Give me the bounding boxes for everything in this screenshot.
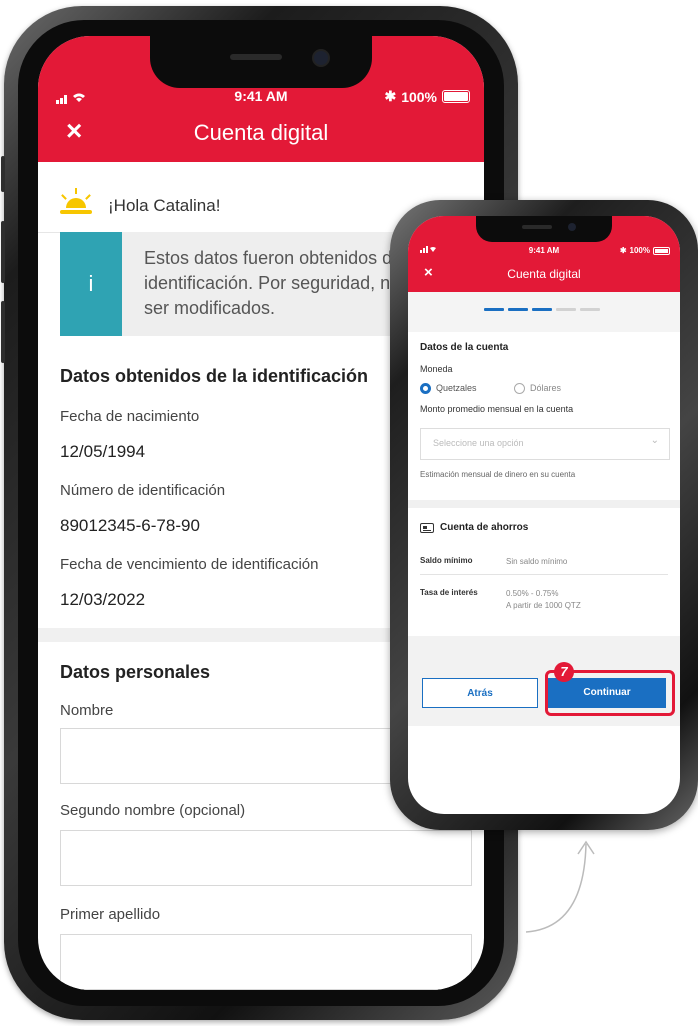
volume-down-button xyxy=(1,301,5,363)
account-section-title: Datos de la cuenta xyxy=(420,342,509,353)
battery-icon xyxy=(442,90,470,103)
amount-hint: Estimación mensual de dinero en su cuent… xyxy=(420,470,576,479)
min-balance-value: Sin saldo mínimo xyxy=(506,557,568,566)
chevron-down-icon: ⌄ xyxy=(650,435,659,446)
id-section-title: Datos obtenidos de la identificación xyxy=(60,366,369,386)
progress-step-4 xyxy=(556,308,576,311)
bluetooth-icon: ✱ xyxy=(619,246,627,255)
amount-select-placeholder: Seleccione una opción xyxy=(433,438,524,448)
battery-indicator: ✱ 100% xyxy=(620,246,670,255)
personal-section-title: Datos personales xyxy=(60,662,211,682)
interest-rate-label: Tasa de interés xyxy=(420,588,478,597)
interest-rate-note: A partir de 1000 QTZ xyxy=(506,601,581,610)
savings-title: Cuenta de ahorros xyxy=(440,522,529,533)
battery-icon xyxy=(653,246,670,255)
page-title: Cuenta digital xyxy=(507,267,581,281)
small-phone-screen: 9:41 AM ✱ 100% × Cuenta digital Datos de… xyxy=(408,216,680,814)
min-balance-label: Saldo mínimo xyxy=(420,556,473,565)
birthdate-label: Fecha de nacimiento xyxy=(60,408,200,425)
greeting-text: ¡Hola Catalina! xyxy=(108,196,221,215)
progress-step-2 xyxy=(508,308,528,311)
progress-step-1 xyxy=(484,308,504,311)
first-name-label: Nombre xyxy=(60,702,114,719)
last-name-input[interactable] xyxy=(60,934,472,990)
battery-percent: 100% xyxy=(629,246,650,255)
large-phone-notch xyxy=(150,36,372,88)
bluetooth-icon: ✱ xyxy=(384,88,397,104)
expiry-label: Fecha de vencimiento de identificación xyxy=(60,556,319,573)
radio-quetzales-label[interactable]: Quetzales xyxy=(436,383,477,393)
last-name-label: Primer apellido xyxy=(60,906,161,923)
expiry-value: 12/03/2022 xyxy=(60,590,146,609)
volume-up-button xyxy=(1,221,5,283)
interest-rate-value: 0.50% - 0.75% xyxy=(506,589,559,598)
mute-switch xyxy=(1,156,5,192)
radio-dolares-label[interactable]: Dólares xyxy=(530,383,561,393)
row-divider xyxy=(420,574,668,575)
step-progress xyxy=(408,292,680,332)
middle-name-input[interactable] xyxy=(60,830,472,886)
id-number-label: Número de identificación xyxy=(60,482,226,499)
back-button[interactable]: Atrás xyxy=(422,678,538,708)
amount-select[interactable]: Seleccione una opción ⌄ xyxy=(420,428,670,460)
curved-arrow-icon xyxy=(525,840,595,933)
progress-step-3 xyxy=(532,308,552,311)
progress-step-5 xyxy=(580,308,600,311)
savings-card-icon xyxy=(420,523,434,533)
small-phone-notch xyxy=(476,216,612,242)
page-title: Cuenta digital xyxy=(193,120,329,145)
amount-label: Monto promedio mensual en la cuenta xyxy=(420,404,574,414)
id-number-value: 89012345-6-78-90 xyxy=(60,516,200,535)
radio-dolares[interactable] xyxy=(514,383,525,394)
status-bar: 9:41 AM ✱ 100% xyxy=(38,88,484,108)
step-badge: 7 xyxy=(554,662,574,682)
currency-label: Moneda xyxy=(420,364,453,374)
middle-name-label: Segundo nombre (opcional) xyxy=(60,802,246,819)
section-divider xyxy=(408,500,680,508)
info-icon: i xyxy=(60,232,122,336)
birthdate-value: 12/05/1994 xyxy=(60,442,146,461)
battery-indicator: ✱ 100% xyxy=(384,88,470,105)
battery-percent: 100% xyxy=(401,88,437,105)
radio-quetzales[interactable] xyxy=(420,383,431,394)
small-phone-frame: 9:41 AM ✱ 100% × Cuenta digital Datos de… xyxy=(390,200,698,830)
